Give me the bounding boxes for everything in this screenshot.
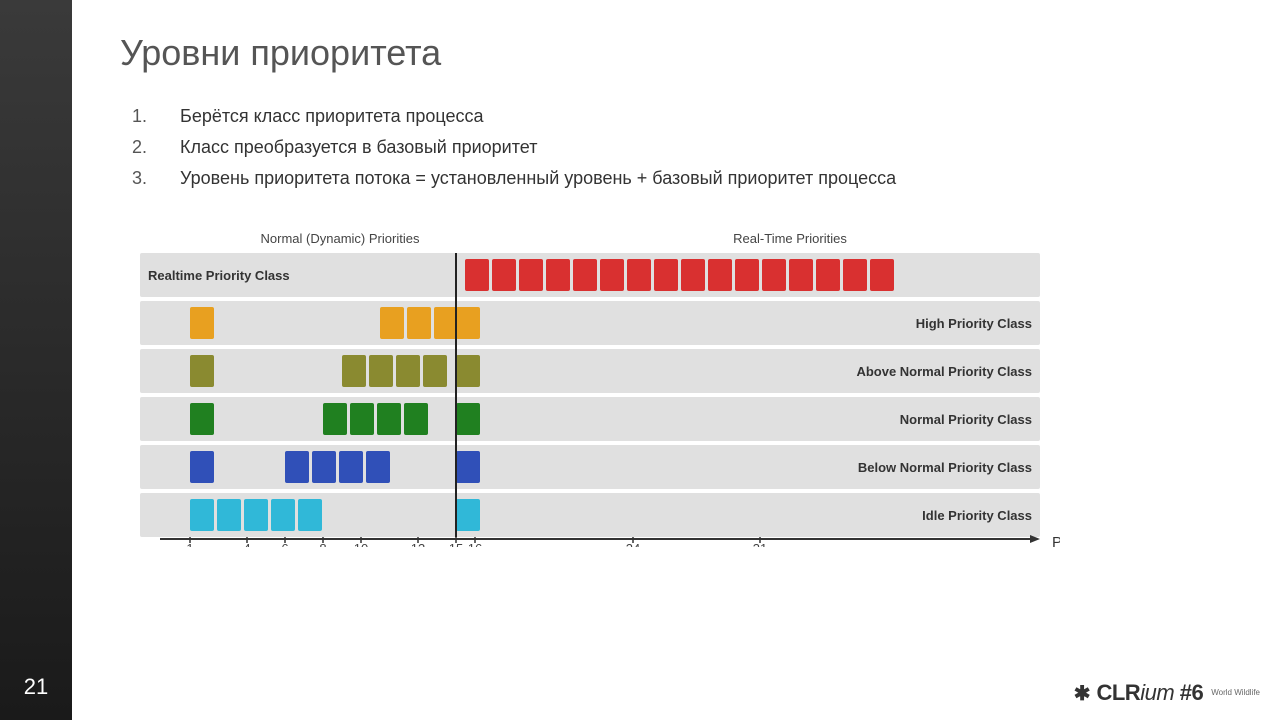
x-tick-31: 31 — [753, 541, 767, 547]
sidebar: 21 — [0, 0, 72, 720]
logo-sub-1: World Wildlife — [1211, 689, 1260, 697]
x-tick-8: 8 — [319, 541, 326, 547]
list-num-1: 1. — [132, 106, 156, 127]
row-idle-label: Idle Priority Class — [922, 508, 1032, 523]
label-normal: Normal (Dynamic) Priorities — [261, 231, 420, 246]
row-realtime-label: Realtime Priority Class — [148, 268, 290, 283]
main-content: Уровни приоритета 1. Берётся класс приор… — [72, 0, 1280, 720]
row-normal-label: Normal Priority Class — [900, 412, 1032, 427]
row-above-label: Above Normal Priority Class — [856, 364, 1032, 379]
x-tick-4: 4 — [243, 541, 250, 547]
priority-label: Priority — [1052, 534, 1060, 547]
list-text-1: Берётся класс приоритета процесса — [180, 106, 484, 127]
x-tick-10: 10 — [354, 541, 368, 547]
footer-logo: ✱ CLRium #6 World Wildlife — [1074, 680, 1260, 706]
page-title: Уровни приоритета — [120, 32, 1232, 74]
list-text-2: Класс преобразуется в базовый приоритет — [180, 137, 537, 158]
list-item-3: 3. Уровень приоритета потока = установле… — [132, 168, 1232, 189]
x-tick-1: 1 — [186, 541, 193, 547]
list-item-2: 2. Класс преобразуется в базовый приорит… — [132, 137, 1232, 158]
x-tick-15: 15 — [449, 541, 463, 547]
row-below-label: Below Normal Priority Class — [858, 460, 1032, 475]
logo-text: CLRium #6 — [1096, 680, 1203, 706]
list-num-3: 3. — [132, 168, 156, 189]
x-tick-16: 16 — [468, 541, 482, 547]
list-num-2: 2. — [132, 137, 156, 158]
list-items: 1. Берётся класс приоритета процесса 2. … — [132, 106, 1232, 199]
x-tick-24: 24 — [626, 541, 640, 547]
row-high-bg — [140, 301, 1040, 345]
slide-number: 21 — [24, 674, 48, 700]
label-realtime: Real-Time Priorities — [733, 231, 847, 246]
row-high-label: High Priority Class — [916, 316, 1032, 331]
logo-icon: ✱ — [1074, 681, 1091, 706]
x-tick-13: 13 — [411, 541, 425, 547]
x-tick-6: 6 — [281, 541, 288, 547]
list-text-3: Уровень приоритета потока = установленны… — [180, 168, 896, 189]
list-item-1: 1. Берётся класс приоритета процесса — [132, 106, 1232, 127]
